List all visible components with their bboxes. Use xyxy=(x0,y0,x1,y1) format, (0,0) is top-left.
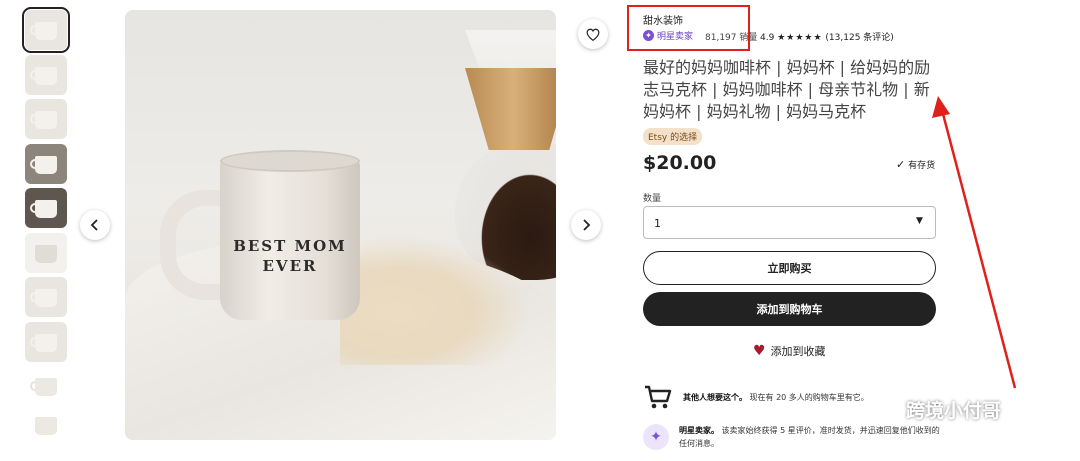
watermark-text: 跨境小付哥 xyxy=(906,400,1002,422)
star-badge-icon: ✦ xyxy=(643,30,654,41)
add-to-favorites-label: 添加到收藏 xyxy=(770,345,826,358)
star-seller-icon: ✦ xyxy=(643,424,669,450)
rating-value: 4.9 xyxy=(760,33,775,43)
star-seller-label: 明星卖家 xyxy=(657,32,694,42)
shop-name-link[interactable]: 甜水装饰 xyxy=(643,12,683,27)
thumbnail-mug xyxy=(35,244,57,263)
star-seller-notice: ✦ 明星卖家。 该卖家始终获得 5 星评价，准时发货，并迅速回复他们收到的任何消… xyxy=(643,424,943,450)
add-to-cart-button[interactable]: 添加到购物车 xyxy=(643,292,936,326)
thumbnail-mug xyxy=(35,378,57,396)
mug-print: BEST MOM EVER xyxy=(225,236,355,276)
thumbnail-9[interactable] xyxy=(25,366,67,406)
checkmark-icon: ✓ xyxy=(896,158,906,171)
mug-print-line-2: EVER xyxy=(262,257,318,275)
demand-text: 其他人想要这个。 现在有 20 多人的购物车里有它。 xyxy=(683,382,869,404)
quantity-label: 数量 xyxy=(643,194,662,204)
product-price: $20.00 xyxy=(643,152,717,174)
thumbnail-1[interactable] xyxy=(22,7,70,53)
review-count: (13,125 条评论) xyxy=(825,33,894,43)
thumbnail-mug xyxy=(35,155,57,174)
thumbnail-7[interactable] xyxy=(25,277,67,317)
stock-status: ✓ 有存货 xyxy=(896,158,935,171)
thumbnail-4[interactable] xyxy=(25,143,67,184)
thumbnail-mug xyxy=(35,416,57,435)
thumbnail-mug xyxy=(35,200,57,218)
buy-now-button[interactable]: 立即购买 xyxy=(643,251,936,285)
demand-detail: 现在有 20 多人的购物车里有它。 xyxy=(749,393,869,402)
thumbnail-3[interactable] xyxy=(25,99,67,139)
favorite-image-button[interactable] xyxy=(578,19,608,49)
etsy-pick-badge: Etsy 的选择 xyxy=(643,128,703,145)
thumbnail-mug xyxy=(35,289,57,307)
thumbnail-6[interactable] xyxy=(25,232,67,273)
thumbnail-8[interactable] xyxy=(25,321,67,362)
heart-icon: ♥ xyxy=(753,343,766,359)
demand-bold: 其他人想要这个。 xyxy=(683,393,747,402)
quantity-select[interactable]: 1 xyxy=(643,206,936,239)
sales-count: 81,197 销量 xyxy=(705,33,758,43)
thumbnail-mug xyxy=(35,333,57,352)
next-image-button[interactable] xyxy=(571,210,601,240)
mug-print-line-1: BEST MOM xyxy=(233,237,347,255)
product-title: 最好的妈妈咖啡杯 | 妈妈杯 | 给妈妈的励志马克杯 | 妈妈咖啡杯 | 母亲节… xyxy=(643,58,931,121)
chevron-right-icon xyxy=(583,219,591,231)
stock-label: 有存货 xyxy=(908,161,936,171)
previous-image-button[interactable] xyxy=(80,210,110,240)
add-to-favorites-button[interactable]: ♥ 添加到收藏 xyxy=(753,343,826,359)
thumbnail-mug xyxy=(35,66,57,85)
thumbnail-5[interactable] xyxy=(25,188,67,228)
watermark: 跨境小付哥 xyxy=(872,396,1001,423)
thumbnail-mug xyxy=(35,111,57,129)
shop-rating[interactable]: 4.9 ★★★★★ (13,125 条评论) xyxy=(760,30,894,43)
rating-stars-icon: ★★★★★ xyxy=(777,33,823,43)
thumbnail-10[interactable] xyxy=(25,410,67,437)
star-seller-bold: 明星卖家。 xyxy=(679,426,719,435)
main-product-image: BEST MOM EVER xyxy=(125,10,556,440)
shopping-cart-icon xyxy=(643,382,673,412)
star-seller-badge[interactable]: ✦ 明星卖家 xyxy=(643,29,693,42)
star-seller-text: 明星卖家。 该卖家始终获得 5 星评价，准时发货，并迅速回复他们收到的任何消息。 xyxy=(679,424,941,450)
wechat-logo-icon xyxy=(872,398,899,420)
wood-collar xyxy=(465,68,556,150)
chevron-left-icon xyxy=(90,219,98,231)
heart-outline-icon xyxy=(586,28,600,41)
star-seller-detail: 该卖家始终获得 5 星评价，准时发货，并迅速回复他们收到的任何消息。 xyxy=(679,426,940,448)
thumbnail-2[interactable] xyxy=(25,54,67,95)
thumbnail-strip xyxy=(22,7,70,441)
thumbnail-mug xyxy=(35,22,57,40)
dried-fern xyxy=(340,235,530,365)
caret-down-icon: ▼ xyxy=(916,216,923,226)
mug-rim xyxy=(220,150,360,172)
